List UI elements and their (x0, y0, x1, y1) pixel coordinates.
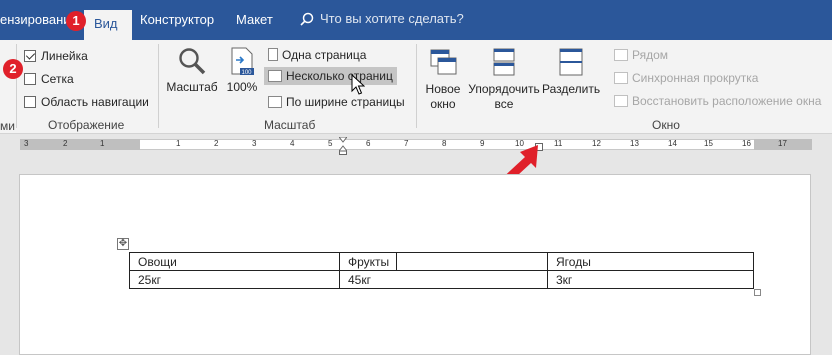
page-100-icon: 100 (231, 47, 254, 76)
reset-position-button[interactable]: Восстановить расположение окна (614, 94, 821, 108)
nav-pane-checkbox[interactable]: Область навигации (24, 95, 149, 109)
ruler-number: 12 (592, 139, 601, 148)
reset-position-icon (614, 95, 628, 107)
split-button[interactable]: Разделить (542, 46, 600, 97)
ruler-number: 5 (328, 139, 333, 148)
reset-position-label: Восстановить расположение окна (632, 94, 822, 108)
mouse-cursor-icon (351, 74, 365, 95)
group-separator (16, 44, 17, 128)
ruler-number: 13 (630, 139, 639, 148)
group-separator (158, 44, 159, 128)
zoom-label: Масштаб (166, 80, 218, 94)
table-move-handle[interactable]: ✥ (117, 238, 129, 250)
table-cell[interactable]: Овощи (129, 252, 340, 271)
ruler-number: 3 (24, 139, 29, 148)
tab-view[interactable]: Вид (84, 10, 132, 40)
prev-group-label-stub: ми (0, 119, 15, 133)
ruler-number: 1 (100, 139, 105, 148)
new-window-label-line1: Новое (425, 82, 461, 96)
multiple-pages-icon (268, 70, 282, 82)
tab-layout[interactable]: Макет (236, 12, 273, 27)
step-badge-1: 1 (66, 11, 86, 31)
zoom-button[interactable]: Масштаб (163, 46, 221, 95)
ruler-number: 14 (668, 139, 677, 148)
step-badge-2: 2 (3, 59, 23, 79)
tell-me-search[interactable]: Что вы хотите сделать? (300, 11, 464, 26)
table-row: Овощи Фрукты Ягоды (129, 252, 754, 271)
table-cell[interactable]: Ягоды (547, 252, 754, 271)
ruler-checkbox[interactable]: Линейка (24, 49, 88, 63)
group-label-window: Окно (652, 118, 680, 132)
search-icon (300, 12, 314, 26)
magnifier-icon (179, 48, 206, 75)
table-cell[interactable]: 45кг (339, 270, 548, 289)
ruler-number: 4 (290, 139, 295, 148)
text-cursor (396, 252, 397, 270)
group-label-zoom: Масштаб (264, 118, 316, 132)
ruler-number: 8 (442, 139, 447, 148)
tab-design[interactable]: Конструктор (140, 12, 214, 27)
move-arrows-icon: ✥ (118, 238, 128, 249)
one-page-label: Одна страница (282, 48, 367, 62)
sync-scroll-icon (614, 72, 628, 84)
table-cell[interactable]: 3кг (547, 270, 754, 289)
new-window-label-line2: окно (430, 97, 456, 111)
split-label: Разделить (542, 82, 601, 96)
group-label-show: Отображение (48, 118, 125, 132)
svg-text:100: 100 (242, 70, 253, 76)
multiple-pages-button[interactable]: Несколько страниц (264, 67, 397, 85)
side-by-side-label: Рядом (632, 48, 669, 62)
ruler-number: 15 (704, 139, 713, 148)
ruler-number: 2 (214, 139, 219, 148)
multiple-pages-label: Несколько страниц (286, 69, 393, 83)
ruler-number: 7 (404, 139, 409, 148)
ruler-left-margin (20, 139, 140, 150)
sync-scroll-label: Синхронная прокрутка (632, 71, 759, 85)
arrange-all-icon (493, 48, 515, 76)
new-window-button[interactable]: Новое окно (420, 46, 466, 112)
table-cell[interactable]: Фрукты (339, 252, 548, 271)
side-by-side-button[interactable]: Рядом (614, 48, 668, 62)
table-resize-handle[interactable] (754, 289, 761, 296)
indent-marker-icon (337, 136, 349, 155)
page-width-button[interactable]: По ширине страницы (268, 95, 405, 109)
one-page-button[interactable]: Одна страница (268, 48, 366, 62)
arrange-all-button[interactable]: Упорядочить все (466, 46, 542, 112)
ruler-number: 16 (742, 139, 751, 148)
arrange-all-label-line1: Упорядочить (468, 82, 540, 96)
ruler-number: 17 (778, 139, 787, 148)
checkbox-icon (24, 73, 36, 85)
gridlines-label: Сетка (41, 72, 74, 86)
one-page-icon (268, 48, 278, 61)
new-window-icon (430, 49, 457, 75)
arrange-all-label-line2: все (494, 97, 514, 111)
ruler-number: 11 (554, 139, 563, 148)
ruler-number: 1 (176, 139, 181, 148)
ruler-label: Линейка (41, 49, 88, 63)
side-by-side-icon (614, 49, 628, 61)
checkbox-checked-icon (24, 50, 36, 62)
group-separator (416, 44, 417, 128)
zoom-100-label: 100% (226, 80, 258, 94)
ribbon-tab-bar: ензирование Вид Конструктор Макет Что вы… (0, 0, 832, 40)
document-table: Овощи Фрукты Ягоды 25кг 45кг 3кг (129, 252, 754, 289)
ruler-number: 6 (366, 139, 371, 148)
checkbox-icon (24, 96, 36, 108)
page-width-icon (268, 96, 282, 108)
indent-marker[interactable] (337, 136, 349, 155)
nav-pane-label: Область навигации (41, 95, 149, 109)
ruler-number: 9 (480, 139, 485, 148)
table-cell[interactable]: 25кг (129, 270, 340, 289)
ruler-number: 3 (252, 139, 257, 148)
ruler-number: 2 (63, 139, 68, 148)
page-width-label: По ширине страницы (286, 95, 405, 109)
tell-me-text: Что вы хотите сделать? (320, 11, 464, 26)
zoom-100-button[interactable]: 100 100% (224, 46, 260, 95)
gridlines-checkbox[interactable]: Сетка (24, 72, 74, 86)
sync-scroll-button[interactable]: Синхронная прокрутка (614, 71, 758, 85)
table-row: 25кг 45кг 3кг (129, 270, 754, 289)
split-window-icon (559, 48, 583, 76)
